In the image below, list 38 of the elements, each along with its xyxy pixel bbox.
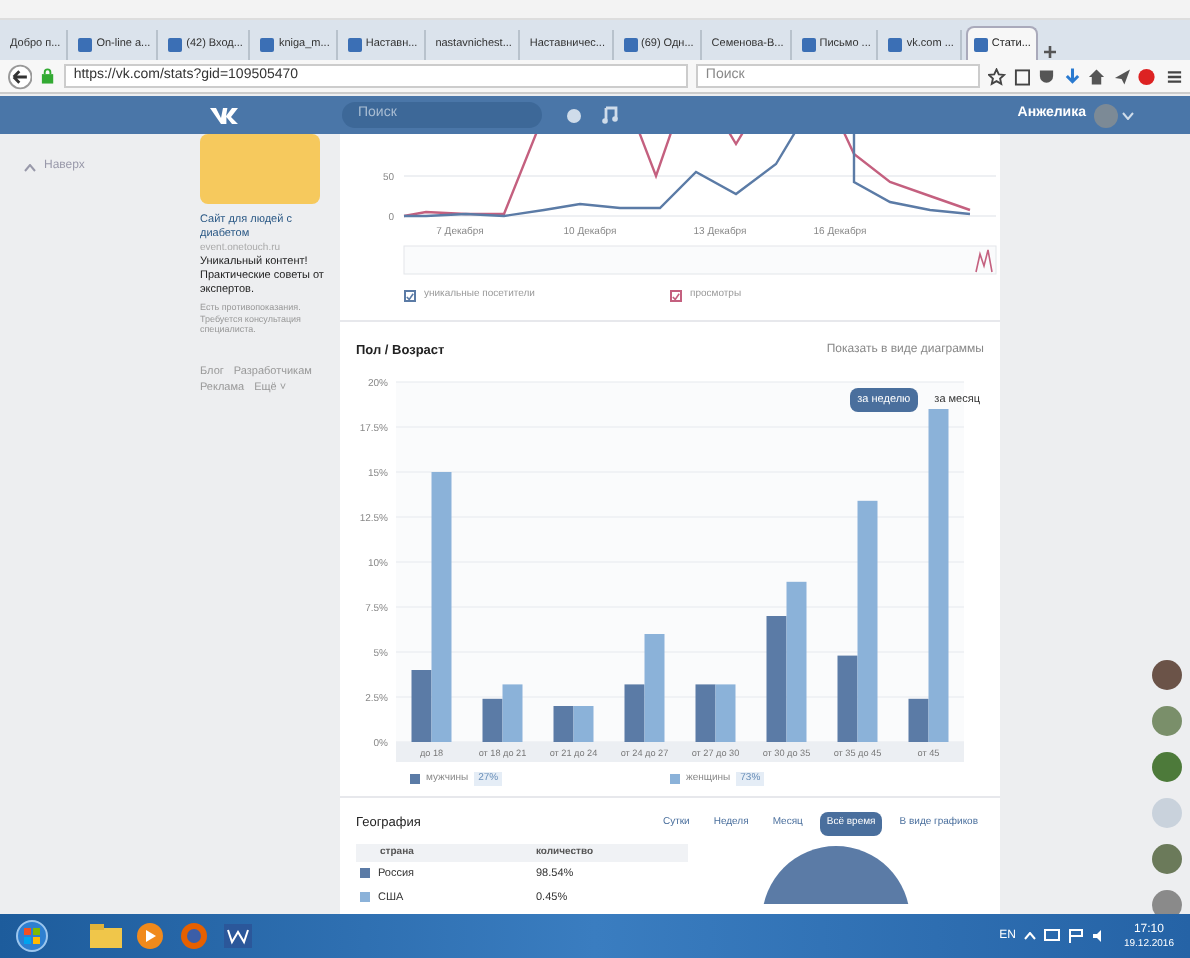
favicon-icon (78, 38, 93, 52)
start-button-icon[interactable] (16, 920, 48, 952)
media-player-icon[interactable] (132, 922, 168, 950)
home-icon[interactable] (1088, 67, 1106, 85)
network-icon[interactable] (1043, 928, 1060, 944)
music-note-icon[interactable] (602, 106, 618, 124)
favicon-icon (973, 37, 988, 51)
navigator-sparkline (975, 249, 993, 273)
star-icon[interactable] (988, 67, 1006, 85)
chat-avatar[interactable] (1152, 660, 1182, 690)
chevron-up-icon[interactable] (1023, 932, 1036, 940)
download-icon[interactable] (1063, 67, 1081, 85)
caret-icon[interactable] (1122, 111, 1134, 119)
favicon-icon (888, 38, 903, 52)
favicon-icon (168, 38, 183, 52)
chat-avatar[interactable] (1152, 890, 1182, 914)
favicon-icon (623, 38, 637, 52)
favicon-icon (260, 38, 275, 52)
shield-icon[interactable] (1038, 67, 1056, 85)
flag-icon[interactable] (1067, 928, 1084, 944)
lock-icon (40, 68, 56, 84)
favicon-icon (347, 38, 362, 52)
menu-icon[interactable] (1165, 67, 1183, 85)
chat-avatar[interactable] (1152, 844, 1182, 874)
favicon-icon (801, 38, 816, 52)
folder-icon[interactable] (88, 922, 124, 950)
send-icon[interactable] (1113, 67, 1131, 85)
checkbox[interactable] (404, 290, 416, 302)
new-tab-icon[interactable] (1042, 44, 1059, 60)
word-icon[interactable] (220, 922, 256, 950)
checkmark-icon (672, 291, 680, 301)
checkbox[interactable] (670, 290, 682, 302)
vk-logo-icon[interactable] (210, 105, 242, 125)
checkmark-icon (406, 291, 414, 301)
back-icon[interactable] (8, 63, 33, 89)
chevron-up-icon (24, 163, 36, 171)
chat-avatar[interactable] (1152, 706, 1182, 736)
chat-avatar[interactable] (1152, 752, 1182, 782)
